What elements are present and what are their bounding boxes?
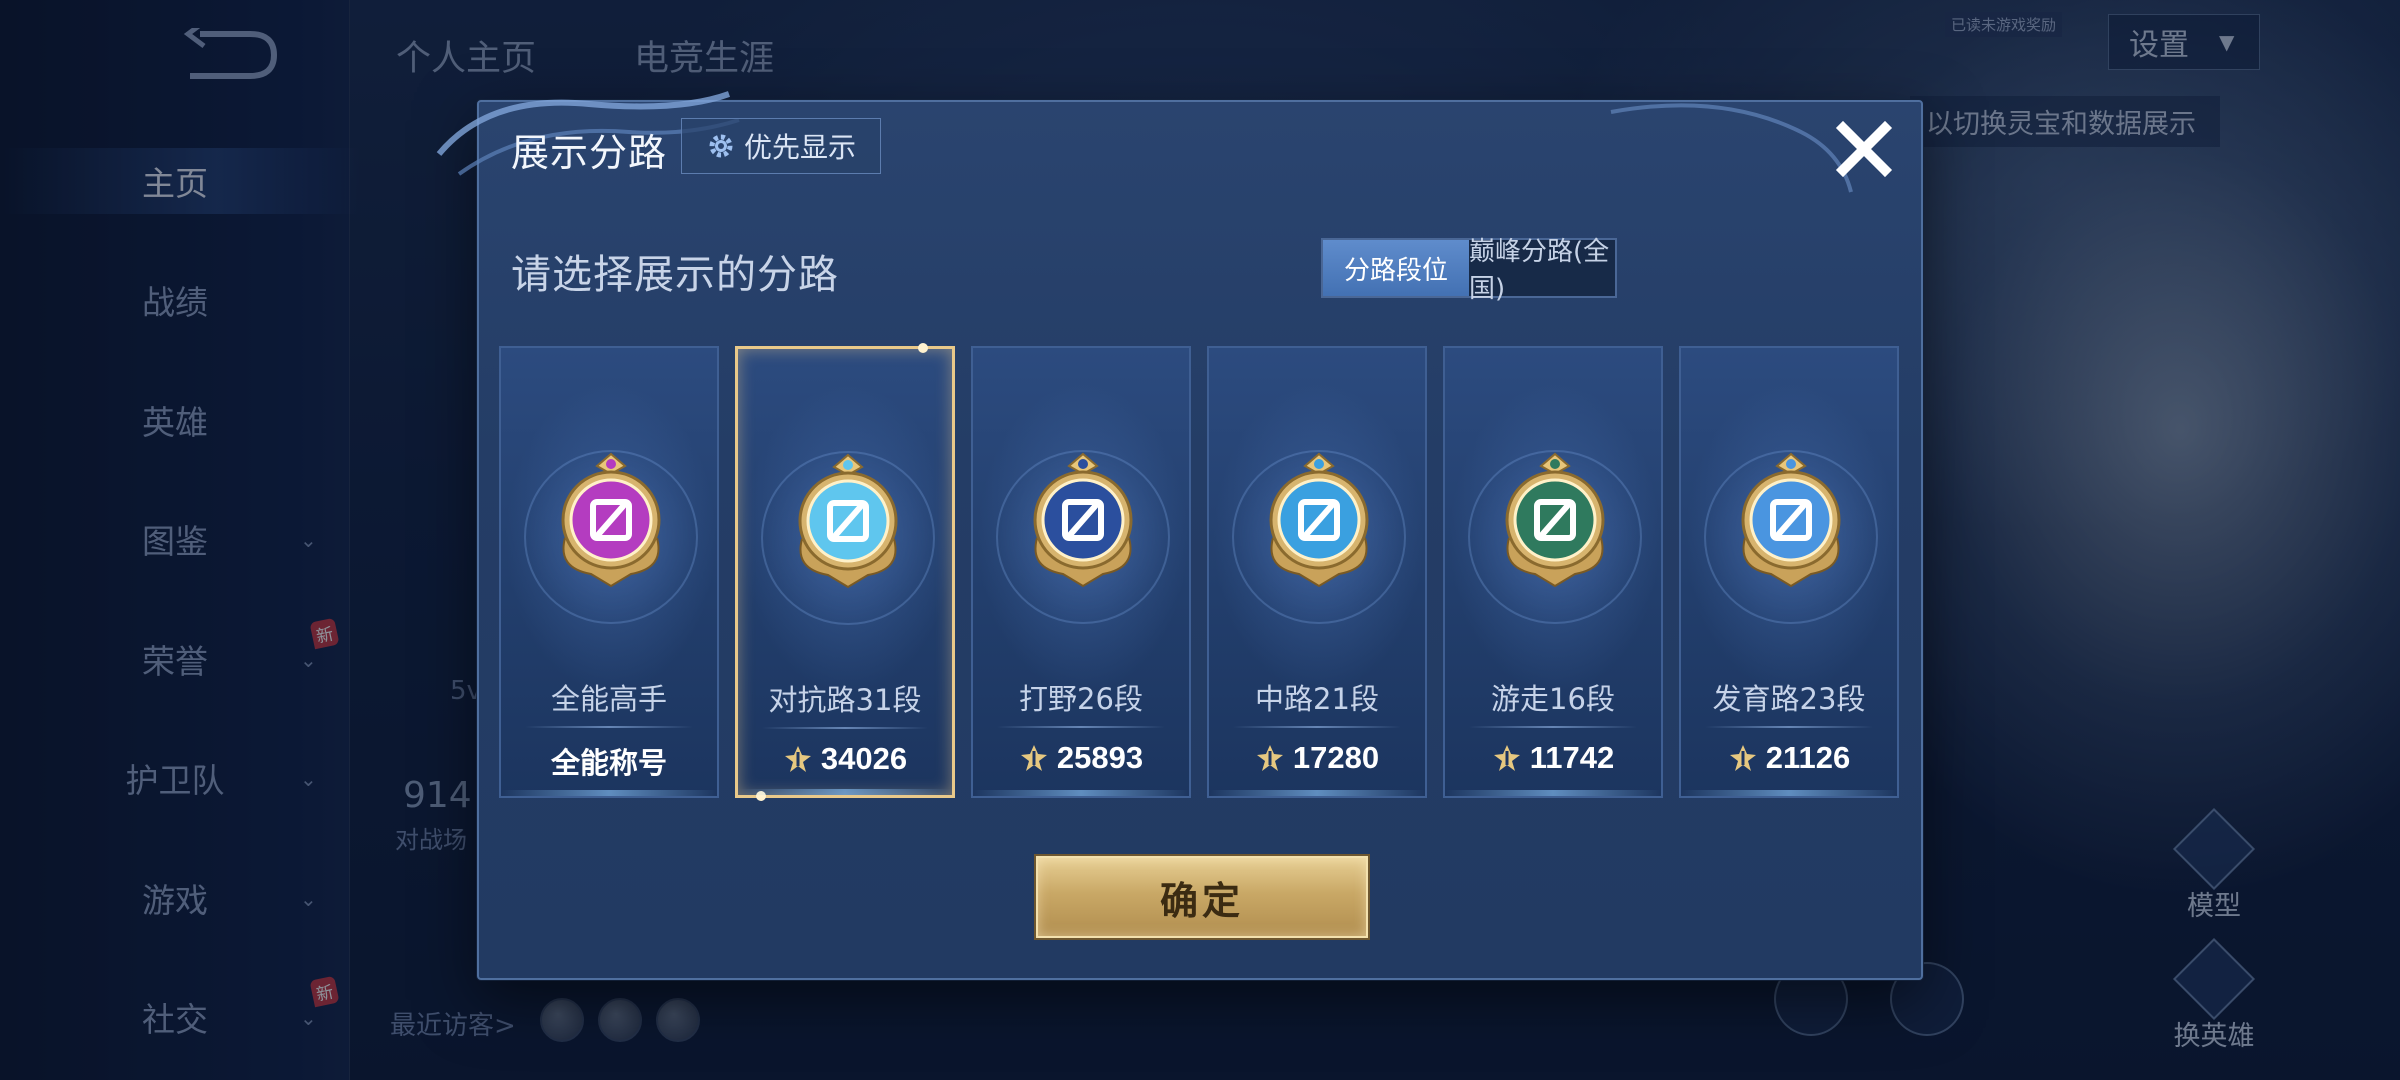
gear-icon [709,134,733,158]
lane-score-value: 25893 [1056,740,1144,775]
lane-name: 游走16段 [1491,682,1615,716]
toggle-peak-lane[interactable]: 巅峰分路(全国) [1469,237,1615,304]
dialog-subtitle: 请选择展示的分路 [511,252,839,298]
selection-corner-dot [756,791,766,801]
rank-points-icon [1256,745,1283,771]
close-icon[interactable] [1829,114,1899,184]
lane-score-value: 11742 [1529,740,1615,775]
lane-card[interactable]: 发育路23段 21126 [1679,346,1899,798]
lane-card[interactable]: 中路21段 17280 [1207,346,1427,798]
clash-lane-emblem-icon [798,453,898,589]
roam-emblem-icon [1505,452,1605,588]
lane-name: 中路21段 [1255,682,1379,716]
selection-corner-dot [918,343,928,353]
divider [997,726,1165,728]
lane-score-value: 21126 [1765,740,1851,775]
lane-score: 34026 [738,741,952,777]
lane-score-value: 17280 [1292,740,1380,775]
farm-lane-emblem-icon [1741,452,1841,588]
divider [525,726,693,728]
divider [1469,726,1637,728]
lane-score: 25893 [973,740,1189,776]
mid-lane-emblem-icon [1269,452,1369,588]
lane-score: 21126 [1681,740,1897,776]
lane-score: 17280 [1209,740,1425,776]
rank-points-icon [1020,745,1047,771]
rank-points-icon [784,746,811,772]
lane-mode-toggle: 分路段位 巅峰分路(全国) [1321,237,1617,304]
lane-card[interactable]: 对抗路31段 34026 [735,343,955,801]
divider [762,727,928,729]
lane-name: 对抗路31段 [768,683,922,717]
lane-card[interactable]: 打野26段 25893 [971,346,1191,798]
lane-card[interactable]: 全能高手 全能称号 [499,346,719,798]
lane-score-value: 全能称号 [550,746,667,780]
dialog-ornament [1610,103,1853,193]
confirm-button[interactable]: 确定 [1036,856,1368,938]
divider [1705,726,1873,728]
lane-card-list: 全能高手 全能称号 对抗路31段 34026 打野26段 25893 中路21段 17280 游… [499,343,1907,801]
jungle-emblem-icon [1033,452,1133,588]
lane-name: 发育路23段 [1712,682,1866,716]
allround-emblem-icon [561,452,661,588]
lane-name: 全能高手 [550,682,667,716]
dialog-title: 展示分路 [511,131,668,175]
priority-display-label: 优先显示 [743,131,856,164]
toggle-lane-rank[interactable]: 分路段位 [1323,240,1469,296]
lane-score: 全能称号 [501,740,717,782]
lane-display-dialog: 展示分路 优先显示 请选择展示的分路 分路段位 巅峰分路(全国) 全能高手全能称… [436,91,1923,980]
lane-score-value: 34026 [820,741,908,776]
lane-card[interactable]: 游走16段 11742 [1443,346,1663,798]
rank-points-icon [1729,745,1756,771]
rank-points-icon [1493,745,1520,771]
lane-score: 11742 [1445,740,1661,776]
divider [1233,726,1401,728]
priority-display-button[interactable]: 优先显示 [681,118,881,174]
lane-name: 打野26段 [1019,682,1143,716]
